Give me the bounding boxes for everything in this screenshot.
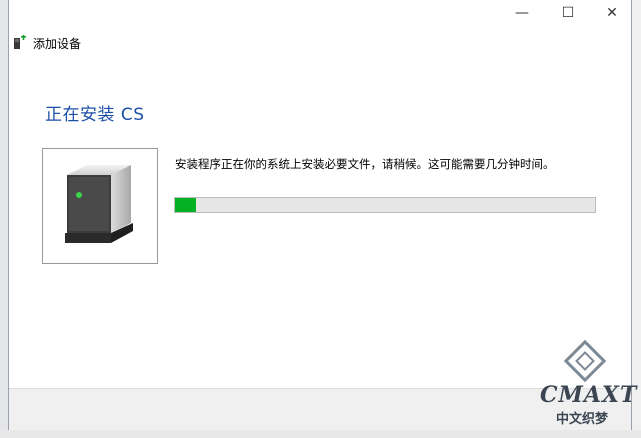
wizard-header: 添加设备 (13, 34, 81, 52)
add-device-icon (13, 35, 27, 51)
watermark-text: CMAXT (540, 382, 638, 408)
close-button[interactable]: ✕ (589, 0, 635, 26)
watermark-logo: CMAXT 中文织梦 (536, 339, 638, 430)
install-progress-fill (175, 198, 196, 212)
page-heading: 正在安装 CS (45, 105, 145, 125)
title-bar[interactable]: — ☐ ✕ (9, 0, 631, 30)
desktop-bottom-edge (0, 430, 641, 438)
install-progress-bar (174, 197, 596, 213)
watermark-subtext: 中文织梦 (556, 412, 609, 427)
install-status-text: 安装程序正在你的系统上安装必要文件，请稍候。这可能需要几分钟时间。 (175, 157, 555, 171)
maximize-button[interactable]: ☐ (545, 0, 591, 26)
window-title: 添加设备 (33, 36, 82, 51)
computer-tower-icon (65, 165, 133, 243)
minimize-button[interactable]: — (499, 0, 545, 26)
device-image-frame (42, 148, 158, 264)
